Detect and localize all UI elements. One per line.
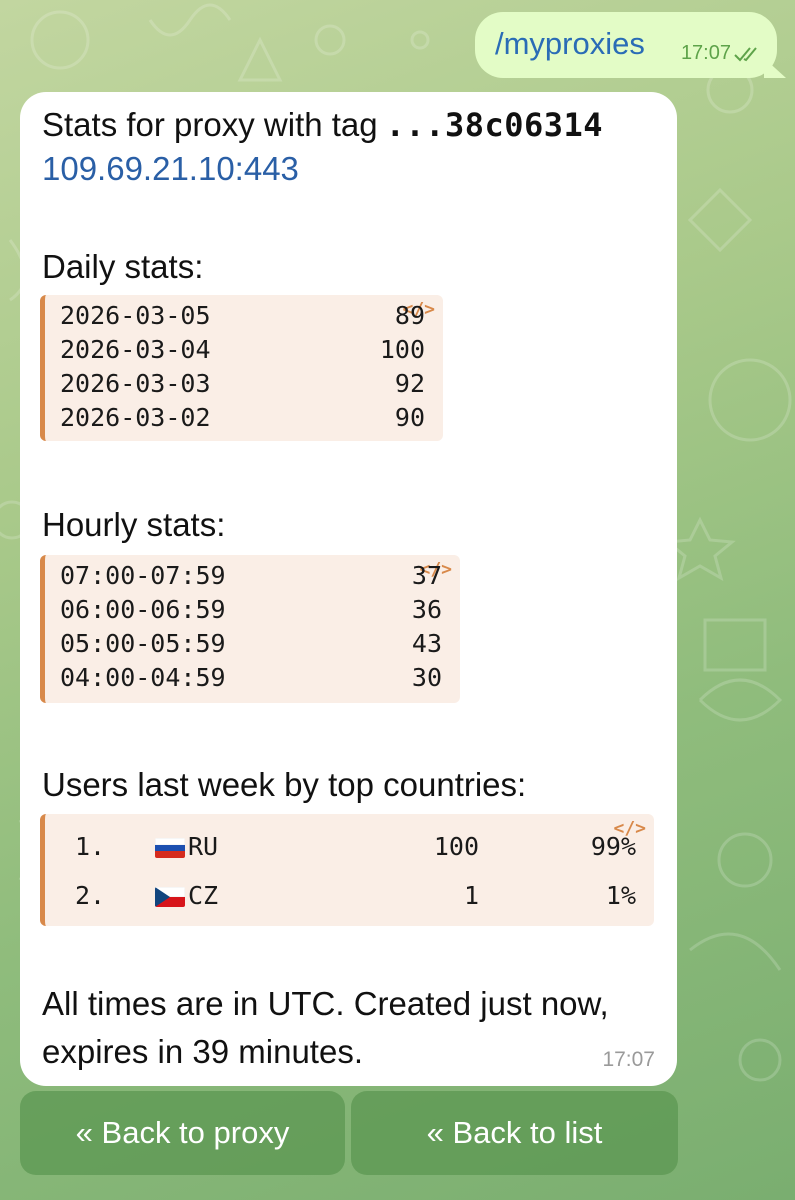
hourly-stats-label: Hourly stats: <box>42 506 226 543</box>
bot-message-time: 17:07 <box>602 1048 655 1071</box>
double-check-icon <box>734 47 757 62</box>
proxy-address-link[interactable]: 109.69.21.10:443 <box>42 150 299 188</box>
daily-row: 2026-03-02 90 <box>60 403 425 432</box>
hourly-row: 05:00-05:59 43 <box>60 629 442 658</box>
hourly-row: 07:00-07:59 37 <box>60 561 442 590</box>
bubble-tail <box>764 58 786 78</box>
stats-title-prefix: Stats for proxy with tag <box>42 106 378 143</box>
proxy-tag[interactable]: ...38c06314 <box>386 106 603 144</box>
flag-ru-icon <box>155 838 185 858</box>
outgoing-message-text: /myproxies <box>495 26 645 61</box>
flag-cz-icon <box>155 887 185 907</box>
hourly-row: 04:00-04:59 30 <box>60 663 442 692</box>
bot-message-bubble: Stats for proxy with tag ...38c06314 109.… <box>20 92 677 1086</box>
daily-stats-label: Daily stats: <box>42 248 204 285</box>
country-row: 2. CZ 1 1% <box>75 881 636 910</box>
countries-label: Users last week by top countries: <box>42 766 527 803</box>
stats-title: Stats for proxy with tag ...38c06314 <box>42 106 603 144</box>
daily-row: 2026-03-04 100 <box>60 335 425 364</box>
hourly-stats-code-block[interactable]: </> 07:00-07:59 37 06:00-06:59 36 05:00-05… <box>40 555 460 703</box>
country-row: 1. RU 100 99% <box>75 832 636 861</box>
hourly-row: 06:00-06:59 36 <box>60 595 442 624</box>
daily-row: 2026-03-03 92 <box>60 369 425 398</box>
countries-code-block[interactable]: </> 1. RU 100 99% 2. CZ 1 1% <box>40 814 654 926</box>
daily-stats-code-block[interactable]: </> 2026-03-05 89 2026-03-04 100 2026-03-0… <box>40 295 443 441</box>
outgoing-message-bubble: /myproxies 17:07 <box>475 12 786 78</box>
back-to-proxy-button[interactable]: « Back to proxy <box>20 1091 345 1175</box>
footer-note: All times are in UTC. Created just now, … <box>42 985 609 1070</box>
daily-row: 2026-03-05 89 <box>60 301 425 330</box>
back-to-list-button[interactable]: « Back to list <box>351 1091 678 1175</box>
outgoing-message-time: 17:07 <box>680 42 731 64</box>
